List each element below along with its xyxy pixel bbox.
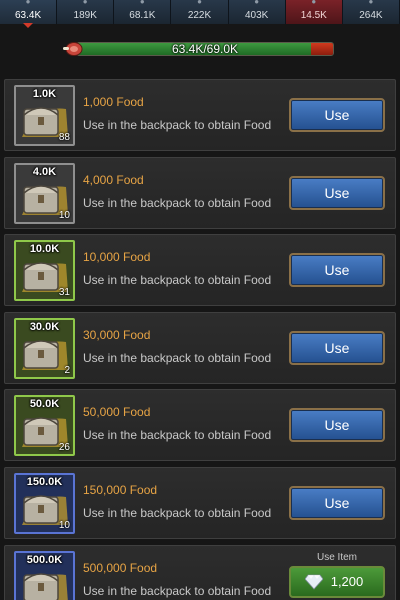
item-name: 4,000 Food bbox=[83, 172, 144, 187]
gold-icon: ● bbox=[368, 0, 374, 6]
item-description: Use in the backpack to obtain Food bbox=[83, 118, 272, 132]
buy-and-use-button[interactable]: 1,200 bbox=[289, 565, 385, 598]
list-item: 4.0K 10 4,000 Food Use in the backpack t… bbox=[4, 156, 396, 229]
list-item: 1.0K 88 1,000 Food Use in the backpack t… bbox=[4, 79, 396, 151]
item-name: 50,000 Food bbox=[83, 405, 151, 420]
food-chest-icon: 150.0K 10 bbox=[14, 472, 75, 534]
resource-value: 189K bbox=[73, 10, 97, 21]
item-description: Use in the backpack to obtain Food bbox=[83, 195, 272, 210]
item-count: 10 bbox=[58, 209, 70, 221]
thumb-amount: 500.0K bbox=[26, 553, 63, 566]
resource-value: 63.4K bbox=[15, 10, 42, 21]
resource-tab-gold[interactable]: ● 264K bbox=[342, 0, 400, 24]
item-description: Use in the backpack to obtain Food bbox=[83, 273, 272, 288]
resource-value: 264K bbox=[359, 10, 383, 21]
item-description: Use in the backpack to obtain Food bbox=[83, 505, 272, 520]
item-count: 31 bbox=[58, 287, 70, 299]
item-name: 10,000 Food bbox=[83, 250, 151, 265]
resource-value: 14.5K bbox=[300, 10, 327, 21]
thumb-amount: 50.0K bbox=[29, 398, 60, 411]
gem-icon: ● bbox=[254, 0, 260, 6]
food-chest-icon: 500.0K bbox=[14, 550, 75, 600]
use-button[interactable]: Use bbox=[289, 485, 385, 520]
list-item: 50.0K 26 50,000 Food Use in the backpack… bbox=[4, 389, 396, 462]
list-item: 500.0K 500,000 Food Use in the backpack … bbox=[4, 544, 396, 600]
resource-tab-wood[interactable]: ● 68.1K bbox=[114, 0, 172, 24]
resource-tab-ore[interactable]: ● 222K bbox=[171, 0, 229, 24]
resource-tab-fire[interactable]: ● 14.5K bbox=[285, 0, 343, 24]
thumb-amount: 10.0K bbox=[29, 243, 60, 256]
gem-cost: 1,200 bbox=[330, 573, 364, 589]
food-chest-icon: 30.0K 2 bbox=[14, 317, 75, 379]
resource-tab-food[interactable]: ● 63.4K bbox=[0, 0, 58, 24]
list-item: 30.0K 2 30,000 Food Use in the backpack … bbox=[4, 311, 396, 384]
thumb-amount: 1.0K bbox=[32, 88, 57, 100]
item-count: 2 bbox=[64, 364, 70, 376]
resource-value: 222K bbox=[187, 10, 212, 21]
use-button[interactable]: Use bbox=[289, 408, 385, 443]
item-description: Use in the backpack to obtain Food bbox=[83, 428, 272, 443]
diamond-icon bbox=[305, 574, 323, 590]
resource-tab-gem[interactable]: ● 403K bbox=[228, 0, 286, 24]
food-item-list: 1.0K 88 1,000 Food Use in the backpack t… bbox=[4, 79, 396, 600]
item-name: 1,000 Food bbox=[83, 95, 144, 109]
food-chest-icon: 50.0K 26 bbox=[14, 395, 75, 457]
resource-value: 403K bbox=[244, 10, 269, 21]
resource-tab-bar: ● 63.4K ● 189K ● 68.1K ● 222K ● 403K ● 14.5K ●… bbox=[0, 0, 400, 24]
food-chest-icon: 10.0K 31 bbox=[14, 240, 75, 302]
list-item: 10.0K 31 10,000 Food Use in the backpack… bbox=[4, 234, 396, 307]
item-name: 30,000 Food bbox=[83, 327, 151, 342]
item-name: 500,000 Food bbox=[83, 560, 158, 575]
meat-icon: ● bbox=[25, 0, 31, 6]
capacity-text: 63.4K/69.0K bbox=[171, 42, 239, 56]
food-chest-icon: 1.0K 88 bbox=[14, 85, 75, 146]
food-capacity-row: 63.4K/69.0K bbox=[0, 34, 400, 64]
item-name: 150,000 Food bbox=[83, 482, 158, 497]
use-button[interactable]: Use bbox=[289, 98, 385, 132]
thumb-amount: 4.0K bbox=[32, 165, 57, 178]
use-item-label: Use Item bbox=[316, 551, 357, 563]
food-chest-icon: 4.0K 10 bbox=[14, 162, 75, 224]
wood-icon: ● bbox=[139, 0, 145, 6]
stone-icon: ● bbox=[82, 0, 88, 6]
item-count: 10 bbox=[58, 519, 70, 531]
item-count: 26 bbox=[58, 442, 70, 454]
list-item: 150.0K 10 150,000 Food Use in the backpa… bbox=[4, 466, 396, 539]
use-button[interactable]: Use bbox=[289, 253, 385, 288]
thumb-amount: 150.0K bbox=[26, 475, 63, 488]
use-button[interactable]: Use bbox=[289, 330, 385, 365]
resource-tab-stone[interactable]: ● 189K bbox=[57, 0, 115, 24]
item-description: Use in the backpack to obtain Food bbox=[83, 350, 272, 365]
ore-icon: ● bbox=[197, 0, 202, 6]
use-button[interactable]: Use bbox=[289, 175, 385, 210]
thumb-amount: 30.0K bbox=[29, 320, 60, 333]
item-description: Use in the backpack to obtain Food bbox=[83, 583, 272, 598]
item-count: 88 bbox=[58, 132, 70, 143]
fire-icon: ● bbox=[311, 0, 317, 6]
resource-value: 68.1K bbox=[129, 10, 156, 21]
